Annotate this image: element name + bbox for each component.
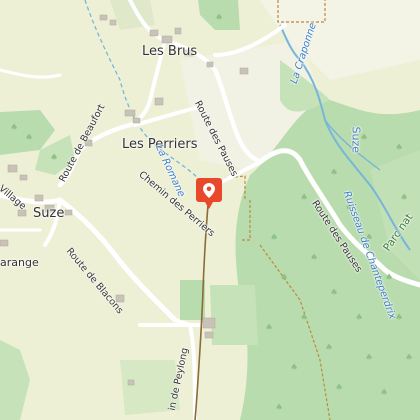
svg-text:♠: ♠ bbox=[355, 313, 363, 323]
svg-text:♠: ♠ bbox=[310, 253, 318, 263]
svg-text:♠: ♠ bbox=[25, 133, 33, 143]
svg-text:♠: ♠ bbox=[290, 363, 298, 373]
map-canvas[interactable]: ♠ ♠ ♠ ♠ ♠ ♠ ♠ ♠ ♠ ♠ ♠ ♠ ♠ ♠ ♠ ♠ ♠ ♠ ♠ ♠ ♠ ♠ ♠ ♠ ♠ ♠ ♠ Les … bbox=[0, 0, 420, 420]
svg-text:♠: ♠ bbox=[300, 313, 308, 323]
svg-text:♠: ♠ bbox=[265, 323, 273, 333]
svg-text:♠: ♠ bbox=[395, 143, 403, 153]
location-pin-icon[interactable] bbox=[195, 177, 223, 211]
svg-text:♠: ♠ bbox=[330, 168, 338, 178]
svg-text:♠: ♠ bbox=[280, 273, 288, 283]
svg-text:♠: ♠ bbox=[365, 353, 373, 363]
svg-text:♠: ♠ bbox=[275, 403, 283, 413]
svg-text:♠: ♠ bbox=[405, 353, 413, 363]
place-garange: arange bbox=[0, 256, 39, 269]
place-suze: Suze bbox=[33, 206, 65, 221]
svg-text:♠: ♠ bbox=[325, 343, 333, 353]
svg-text:♠: ♠ bbox=[50, 153, 58, 163]
svg-text:♠: ♠ bbox=[330, 288, 338, 298]
svg-text:♠: ♠ bbox=[380, 388, 388, 398]
place-les-brus: Les Brus bbox=[142, 44, 198, 59]
svg-text:♠: ♠ bbox=[10, 123, 18, 133]
svg-text:♠: ♠ bbox=[215, 13, 223, 23]
svg-text:♠: ♠ bbox=[400, 193, 408, 203]
svg-text:♠: ♠ bbox=[335, 383, 343, 393]
svg-text:♠: ♠ bbox=[300, 193, 308, 203]
svg-text:♠: ♠ bbox=[270, 233, 278, 243]
place-suze-east: Suze bbox=[349, 126, 363, 154]
svg-text:♠: ♠ bbox=[385, 273, 393, 283]
